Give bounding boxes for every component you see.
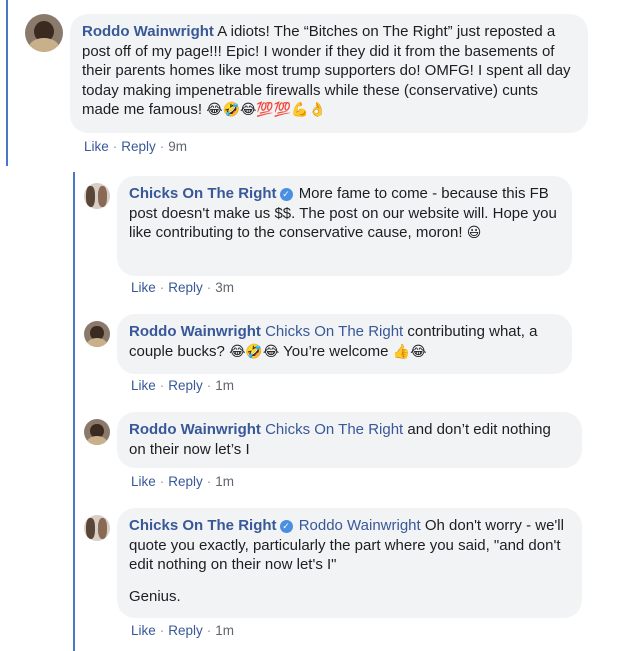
reply-actions: Like · Reply · 1m <box>131 623 234 638</box>
reply-author[interactable]: Chicks On The Right <box>129 185 277 202</box>
timestamp[interactable]: 3m <box>215 280 234 295</box>
reply-author[interactable]: Roddo Wainwright <box>129 421 261 438</box>
avatar[interactable] <box>84 183 110 209</box>
verified-badge-icon: ✓ <box>279 520 293 533</box>
reply-actions: Like · Reply · 3m <box>131 280 234 295</box>
separator: · <box>206 623 212 638</box>
avatar[interactable] <box>25 14 63 52</box>
timestamp[interactable]: 1m <box>215 623 234 638</box>
reply-text-2: Genius. <box>129 587 181 605</box>
avatar[interactable] <box>84 321 110 347</box>
reply-author[interactable]: Roddo Wainwright <box>129 323 261 340</box>
verified-badge-icon: ✓ <box>279 188 293 201</box>
thread-line-replies <box>73 172 75 651</box>
reply-emoji-2: 👍😂 <box>392 343 427 360</box>
avatar[interactable] <box>84 515 110 541</box>
reply-emoji: 😃 <box>466 225 482 242</box>
timestamp[interactable]: 1m <box>215 474 234 489</box>
mention-link[interactable]: Roddo Wainwright <box>299 517 421 534</box>
separator: · <box>159 378 165 393</box>
avatar[interactable] <box>84 419 110 445</box>
reply-text-2: You’re welcome <box>283 342 389 360</box>
mention-link[interactable]: Chicks On The Right <box>265 421 403 438</box>
reply-link[interactable]: Reply <box>121 139 156 154</box>
comment-bubble: Roddo Wainwright A idiots! The “Bitches … <box>70 14 588 133</box>
like-link[interactable]: Like <box>131 623 156 638</box>
separator: · <box>159 139 165 154</box>
comment-actions: Like · Reply · 9m <box>84 139 187 154</box>
separator: · <box>112 139 118 154</box>
reply-actions: Like · Reply · 1m <box>131 378 234 393</box>
comment-emoji: 😂🤣😂💯💯💪👌 <box>206 102 327 119</box>
like-link[interactable]: Like <box>131 378 156 393</box>
separator: · <box>206 378 212 393</box>
separator: · <box>206 474 212 489</box>
reply-link[interactable]: Reply <box>168 623 203 638</box>
timestamp[interactable]: 9m <box>168 139 187 154</box>
separator: · <box>159 474 165 489</box>
comment-author[interactable]: Roddo Wainwright <box>82 23 214 40</box>
reply-link[interactable]: Reply <box>168 280 203 295</box>
like-link[interactable]: Like <box>131 280 156 295</box>
separator: · <box>206 280 212 295</box>
separator: · <box>159 280 165 295</box>
reply-bubble: Chicks On The Right ✓ More fame to come -… <box>117 176 572 276</box>
separator: · <box>159 623 165 638</box>
mention-link[interactable]: Chicks On The Right <box>265 323 403 340</box>
reply-link[interactable]: Reply <box>168 474 203 489</box>
thread-line-outer <box>6 0 8 166</box>
reply-actions: Like · Reply · 1m <box>131 474 234 489</box>
reply-bubble: Roddo Wainwright Chicks On The Right con… <box>117 314 572 374</box>
reply-link[interactable]: Reply <box>168 378 203 393</box>
reply-emoji: 😂🤣😂 <box>229 343 280 360</box>
like-link[interactable]: Like <box>84 139 109 154</box>
reply-bubble: Roddo Wainwright Chicks On The Right and… <box>117 412 582 468</box>
timestamp[interactable]: 1m <box>215 378 234 393</box>
reply-bubble: Chicks On The Right ✓ Roddo Wainwright Oh… <box>117 508 582 618</box>
reply-author[interactable]: Chicks On The Right <box>129 517 277 534</box>
like-link[interactable]: Like <box>131 474 156 489</box>
